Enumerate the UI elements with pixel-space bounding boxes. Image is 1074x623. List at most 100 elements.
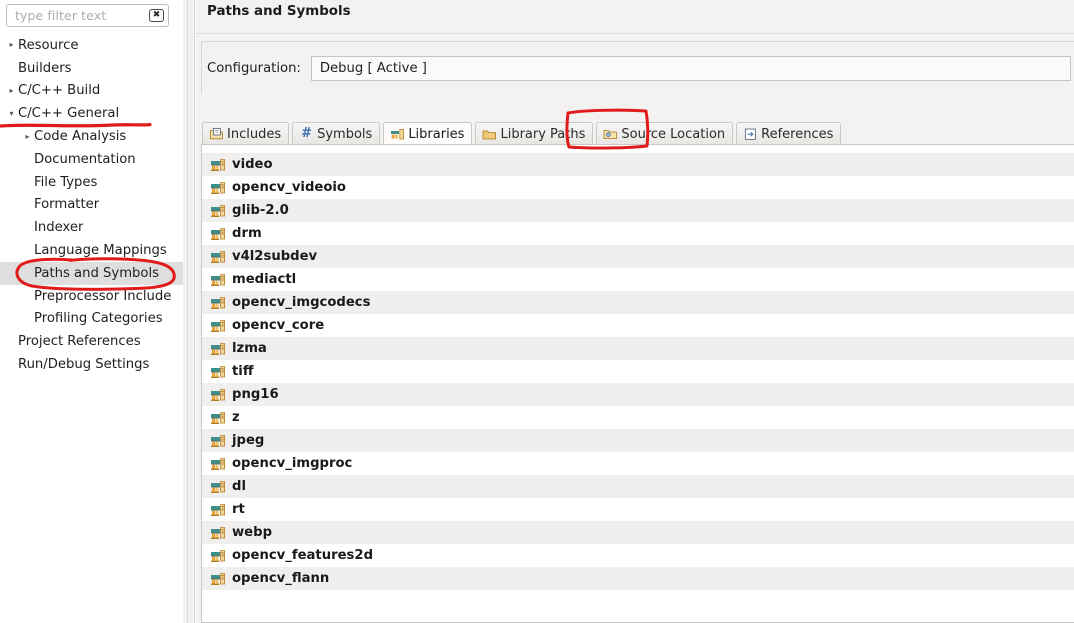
library-icon: [211, 320, 225, 332]
clear-circle-icon[interactable]: ✖: [149, 9, 164, 22]
panel-splitter[interactable]: [183, 0, 195, 623]
chevron-right-icon[interactable]: ▸: [5, 41, 18, 49]
library-icon: [211, 458, 225, 470]
tree-item-label: Paths and Symbols: [31, 264, 163, 282]
library-name: png16: [232, 387, 279, 402]
library-icon: [211, 550, 225, 562]
library-list-item[interactable]: opencv_imgcodecs: [202, 291, 1074, 314]
tree-item-profiling-categories[interactable]: Profiling Categories: [0, 308, 183, 331]
tab-label: Library Paths: [500, 126, 586, 142]
paths-and-symbols-page: Paths and Symbols Configuration: Debug […: [196, 0, 1074, 623]
tab-references[interactable]: References: [736, 122, 842, 145]
tree-item-label: C/C++ Build: [18, 83, 101, 99]
tree-item-label: Project References: [18, 334, 141, 350]
tree-item-label: Language Mappings: [34, 243, 167, 259]
tab-label: References: [761, 126, 834, 142]
tree-item-file-types[interactable]: File Types: [0, 171, 183, 194]
paths-symbols-tabs[interactable]: Includes # Symbols Libraries Library Paths So…: [202, 121, 844, 145]
tab-symbols[interactable]: # Symbols: [292, 122, 381, 145]
library-name: opencv_videoio: [232, 180, 346, 195]
preferences-tree-panel: type filter text ✖ ▸ Resource Builders ▸ C/C…: [0, 0, 183, 623]
tree-item-code-analysis[interactable]: ▸ Code Analysis: [0, 125, 183, 148]
libraries-list[interactable]: video opencv_videoio glib-2.0 drm v4l2subdev…: [202, 153, 1074, 590]
preferences-dialog: type filter text ✖ ▸ Resource Builders ▸ C/C…: [0, 0, 1074, 623]
library-list-item[interactable]: dl: [202, 475, 1074, 498]
tree-item-resource[interactable]: ▸ Resource: [0, 34, 183, 57]
filter-input[interactable]: type filter text ✖: [6, 4, 169, 27]
library-name: tiff: [232, 364, 254, 379]
library-icon: [211, 481, 225, 493]
library-icon: [211, 527, 225, 539]
tree-item-indexer[interactable]: Indexer: [0, 216, 183, 239]
library-list-item[interactable]: opencv_core: [202, 314, 1074, 337]
tree-item-c-c-build[interactable]: ▸ C/C++ Build: [0, 80, 183, 103]
library-list-item[interactable]: z: [202, 406, 1074, 429]
library-name: video: [232, 157, 273, 172]
library-icon: [211, 435, 225, 447]
tree-item-preprocessor-include[interactable]: Preprocessor Include: [0, 285, 183, 308]
title-divider: [196, 33, 1074, 34]
source-folder-icon: [603, 127, 618, 141]
library-list-item[interactable]: glib-2.0: [202, 199, 1074, 222]
library-name: glib-2.0: [232, 203, 289, 218]
library-name: opencv_features2d: [232, 548, 374, 563]
configuration-group: Configuration: Debug [ Active ]: [201, 41, 1074, 94]
library-list-item[interactable]: drm: [202, 222, 1074, 245]
tree-item-language-mappings[interactable]: Language Mappings: [0, 239, 183, 262]
library-icon: [211, 504, 225, 516]
tree-item-paths-and-symbols[interactable]: Paths and Symbols: [0, 261, 183, 285]
library-icon: [211, 573, 225, 585]
library-icon: [211, 389, 225, 401]
library-icon: [211, 205, 225, 217]
tree-item-label: Formatter: [34, 197, 100, 213]
includes-icon: [209, 127, 224, 141]
library-list-item[interactable]: video: [202, 153, 1074, 176]
preferences-tree[interactable]: ▸ Resource Builders ▸ C/C++ Build ▾ C/C++ Gene…: [0, 34, 183, 376]
library-list-item[interactable]: opencv_imgproc: [202, 452, 1074, 475]
references-icon: [743, 127, 758, 141]
library-icon: [211, 343, 225, 355]
tree-item-builders[interactable]: Builders: [0, 57, 183, 80]
library-name: lzma: [232, 341, 267, 356]
tree-item-c-c-general[interactable]: ▾ C/C++ General: [0, 102, 183, 125]
library-name: opencv_imgproc: [232, 456, 353, 471]
library-icon: [211, 251, 225, 263]
tree-item-documentation[interactable]: Documentation: [0, 148, 183, 171]
library-list-item[interactable]: v4l2subdev: [202, 245, 1074, 268]
tab-source-location[interactable]: Source Location: [596, 122, 734, 145]
library-icon: [211, 274, 225, 286]
library-list-item[interactable]: lzma: [202, 337, 1074, 360]
tree-item-label: Profiling Categories: [34, 311, 163, 327]
library-list-item[interactable]: png16: [202, 383, 1074, 406]
tab-includes[interactable]: Includes: [202, 122, 290, 145]
library-list-item[interactable]: tiff: [202, 360, 1074, 383]
library-list-item[interactable]: mediactl: [202, 268, 1074, 291]
library-list-item[interactable]: opencv_features2d: [202, 544, 1074, 567]
tree-item-label: Builders: [18, 60, 72, 76]
tree-item-label: Documentation: [34, 151, 136, 167]
library-list-item[interactable]: rt: [202, 498, 1074, 521]
library-icon: [211, 412, 225, 424]
library-icon: [211, 159, 225, 171]
library-list-item[interactable]: opencv_flann: [202, 567, 1074, 590]
library-name: drm: [232, 226, 262, 241]
chevron-down-icon[interactable]: ▾: [5, 109, 18, 118]
chevron-right-icon[interactable]: ▸: [21, 132, 34, 141]
library-list-item[interactable]: webp: [202, 521, 1074, 544]
tree-item-project-references[interactable]: Project References: [0, 330, 183, 353]
library-list-item[interactable]: opencv_videoio: [202, 176, 1074, 199]
chevron-right-icon[interactable]: ▸: [5, 86, 18, 95]
tab-libraries[interactable]: Libraries: [383, 122, 473, 145]
libraries-icon: [390, 127, 405, 141]
library-icon: [211, 182, 225, 194]
tab-label: Libraries: [408, 126, 465, 142]
tree-item-run-debug-settings[interactable]: Run/Debug Settings: [0, 353, 183, 376]
configuration-select[interactable]: Debug [ Active ]: [310, 56, 1071, 81]
tab-library-paths[interactable]: Library Paths: [475, 122, 594, 145]
library-name: opencv_flann: [232, 571, 330, 586]
tree-item-formatter[interactable]: Formatter: [0, 194, 183, 217]
library-icon: [211, 366, 225, 378]
libraries-list-panel[interactable]: video opencv_videoio glib-2.0 drm v4l2subdev…: [201, 145, 1074, 623]
library-list-item[interactable]: jpeg: [202, 429, 1074, 452]
page-title: Paths and Symbols: [207, 4, 351, 19]
